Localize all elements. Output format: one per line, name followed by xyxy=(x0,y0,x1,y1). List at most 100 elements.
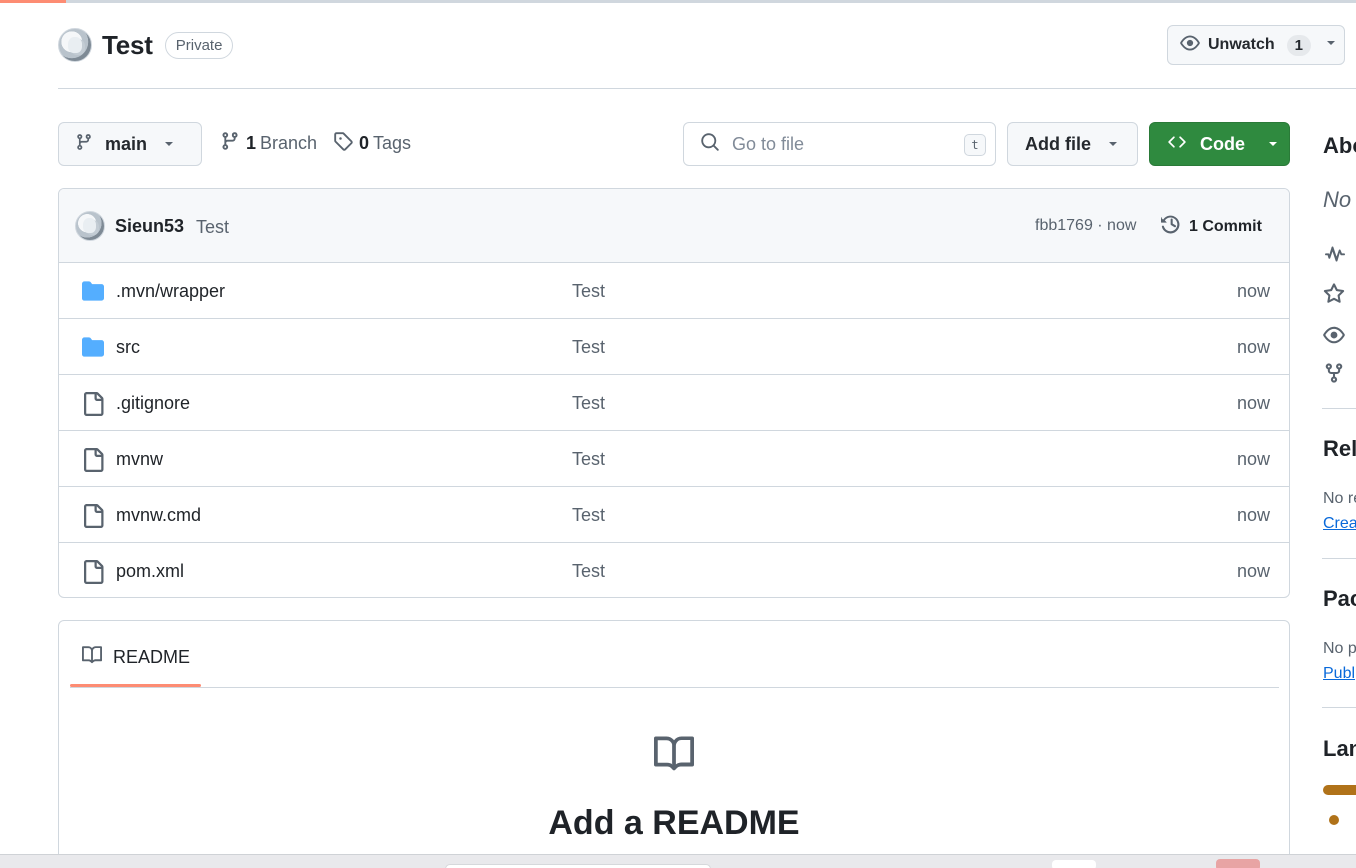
file-name[interactable]: mvnw xyxy=(116,449,163,470)
unwatch-label: Unwatch xyxy=(1208,36,1275,53)
file-commit-message[interactable]: Test xyxy=(572,561,605,582)
branches-label: Branch xyxy=(260,133,318,153)
about-description: No xyxy=(1323,187,1352,212)
commit-message[interactable]: Test xyxy=(196,217,229,238)
branches-count: 1 xyxy=(246,133,257,153)
file-row[interactable]: pom.xml Test now xyxy=(59,543,1289,597)
pulse-icon[interactable] xyxy=(1323,244,1347,269)
file-commit-message[interactable]: Test xyxy=(572,449,605,470)
eye-icon[interactable] xyxy=(1323,324,1345,351)
taskbar-search[interactable] xyxy=(445,864,711,868)
readme-tab-label: README xyxy=(113,647,191,667)
eye-icon xyxy=(1180,33,1200,58)
branch-name: main xyxy=(105,133,148,154)
chevron-down-icon xyxy=(1267,134,1279,155)
file-commit-message[interactable]: Test xyxy=(572,505,605,526)
sidebar-divider xyxy=(1322,558,1356,559)
create-release-link[interactable]: Crea xyxy=(1323,515,1356,533)
folder-icon xyxy=(81,280,105,307)
file-name[interactable]: .mvn/wrapper xyxy=(116,281,225,302)
keyboard-shortcut-hint: t xyxy=(964,134,986,156)
chevron-down-icon xyxy=(163,134,175,155)
file-name[interactable]: mvnw.cmd xyxy=(116,505,201,526)
branch-selector-button[interactable]: main xyxy=(58,122,202,166)
file-name[interactable]: .gitignore xyxy=(116,393,190,414)
language-dot xyxy=(1329,815,1339,825)
folder-icon xyxy=(81,336,105,363)
sidebar-divider xyxy=(1322,408,1356,409)
file-name[interactable]: src xyxy=(116,337,140,358)
commit-author-avatar[interactable] xyxy=(75,211,105,241)
publish-package-link[interactable]: Publ xyxy=(1323,665,1355,683)
repo-header: Test Private xyxy=(58,28,234,62)
commits-count: 1 Commit xyxy=(1189,217,1262,235)
history-icon xyxy=(1160,213,1183,240)
readme-divider xyxy=(70,687,1279,688)
taskbar-app[interactable] xyxy=(1052,860,1096,868)
visibility-badge: Private xyxy=(164,31,234,59)
commits-link[interactable]: 1 Commit xyxy=(1160,213,1262,240)
add-readme-heading: Add a README xyxy=(548,804,800,842)
file-age: now xyxy=(1236,561,1270,581)
packages-heading[interactable]: Pac xyxy=(1323,586,1356,612)
file-commit-message[interactable]: Test xyxy=(572,337,605,358)
file-row[interactable]: .mvn/wrapper Test now xyxy=(59,263,1289,319)
fork-icon[interactable] xyxy=(1323,362,1345,389)
branches-link[interactable]: 1 Branch xyxy=(220,131,317,156)
book-icon xyxy=(651,734,697,779)
repo-sidebar: Abo No Rele No re Crea Pac No p Publ Lan xyxy=(1322,0,1356,868)
tags-count: 0 xyxy=(359,133,370,153)
go-to-file-input[interactable]: Go to file t xyxy=(683,122,996,166)
header-divider xyxy=(58,88,1356,89)
commit-hash-time[interactable]: fbb1769 · now xyxy=(1035,217,1136,235)
file-name[interactable]: pom.xml xyxy=(116,561,184,582)
search-icon xyxy=(700,132,720,157)
releases-text: No re xyxy=(1323,490,1356,507)
file-row[interactable]: mvnw Test now xyxy=(59,431,1289,487)
file-icon xyxy=(81,504,105,533)
code-label: Code xyxy=(1200,133,1245,154)
watchers-count: 1 xyxy=(1286,34,1312,56)
top-accent-highlight xyxy=(0,0,66,3)
tags-link[interactable]: 0 Tags xyxy=(333,131,411,156)
top-accent-bar xyxy=(0,0,1356,3)
languages-heading: Lan xyxy=(1323,736,1356,761)
code-button[interactable]: Code xyxy=(1149,122,1290,166)
taskbar-app[interactable] xyxy=(1216,859,1260,868)
sidebar-divider xyxy=(1322,707,1356,708)
chevron-down-icon xyxy=(1107,134,1119,155)
file-age: now xyxy=(1236,449,1270,469)
file-commit-message[interactable]: Test xyxy=(572,393,605,414)
commit-author[interactable]: Sieun53 xyxy=(115,216,184,237)
file-row[interactable]: src Test now xyxy=(59,319,1289,375)
file-icon xyxy=(81,392,105,421)
unwatch-button[interactable]: Unwatch 1 xyxy=(1167,25,1345,65)
tag-icon xyxy=(333,131,353,156)
file-age: now xyxy=(1236,505,1270,525)
code-icon xyxy=(1166,133,1188,156)
readme-tab[interactable]: README xyxy=(81,645,190,670)
owner-avatar[interactable] xyxy=(58,28,92,62)
git-branch-icon xyxy=(75,133,93,156)
add-file-button[interactable]: Add file xyxy=(1007,122,1138,166)
book-icon xyxy=(81,645,103,670)
go-to-file-placeholder: Go to file xyxy=(732,133,805,154)
packages-text: No p xyxy=(1323,640,1356,657)
about-heading: Abo xyxy=(1323,133,1356,158)
file-icon xyxy=(81,560,105,589)
releases-heading[interactable]: Rele xyxy=(1323,436,1356,462)
git-branch-icon xyxy=(220,131,240,156)
file-age: now xyxy=(1236,393,1270,413)
star-icon[interactable] xyxy=(1323,283,1345,310)
file-row[interactable]: mvnw.cmd Test now xyxy=(59,487,1289,543)
file-age: now xyxy=(1236,337,1270,357)
taskbar xyxy=(0,854,1356,868)
file-row[interactable]: .gitignore Test now xyxy=(59,375,1289,431)
latest-commit-bar: Sieun53 Test fbb1769 · now 1 Commit xyxy=(59,189,1289,263)
repo-title[interactable]: Test xyxy=(102,30,153,61)
tags-label: Tags xyxy=(373,133,412,153)
file-commit-message[interactable]: Test xyxy=(572,281,605,302)
file-browser: Sieun53 Test fbb1769 · now 1 Commit .mvn… xyxy=(58,188,1290,598)
file-age: now xyxy=(1236,281,1270,301)
file-icon xyxy=(81,448,105,477)
